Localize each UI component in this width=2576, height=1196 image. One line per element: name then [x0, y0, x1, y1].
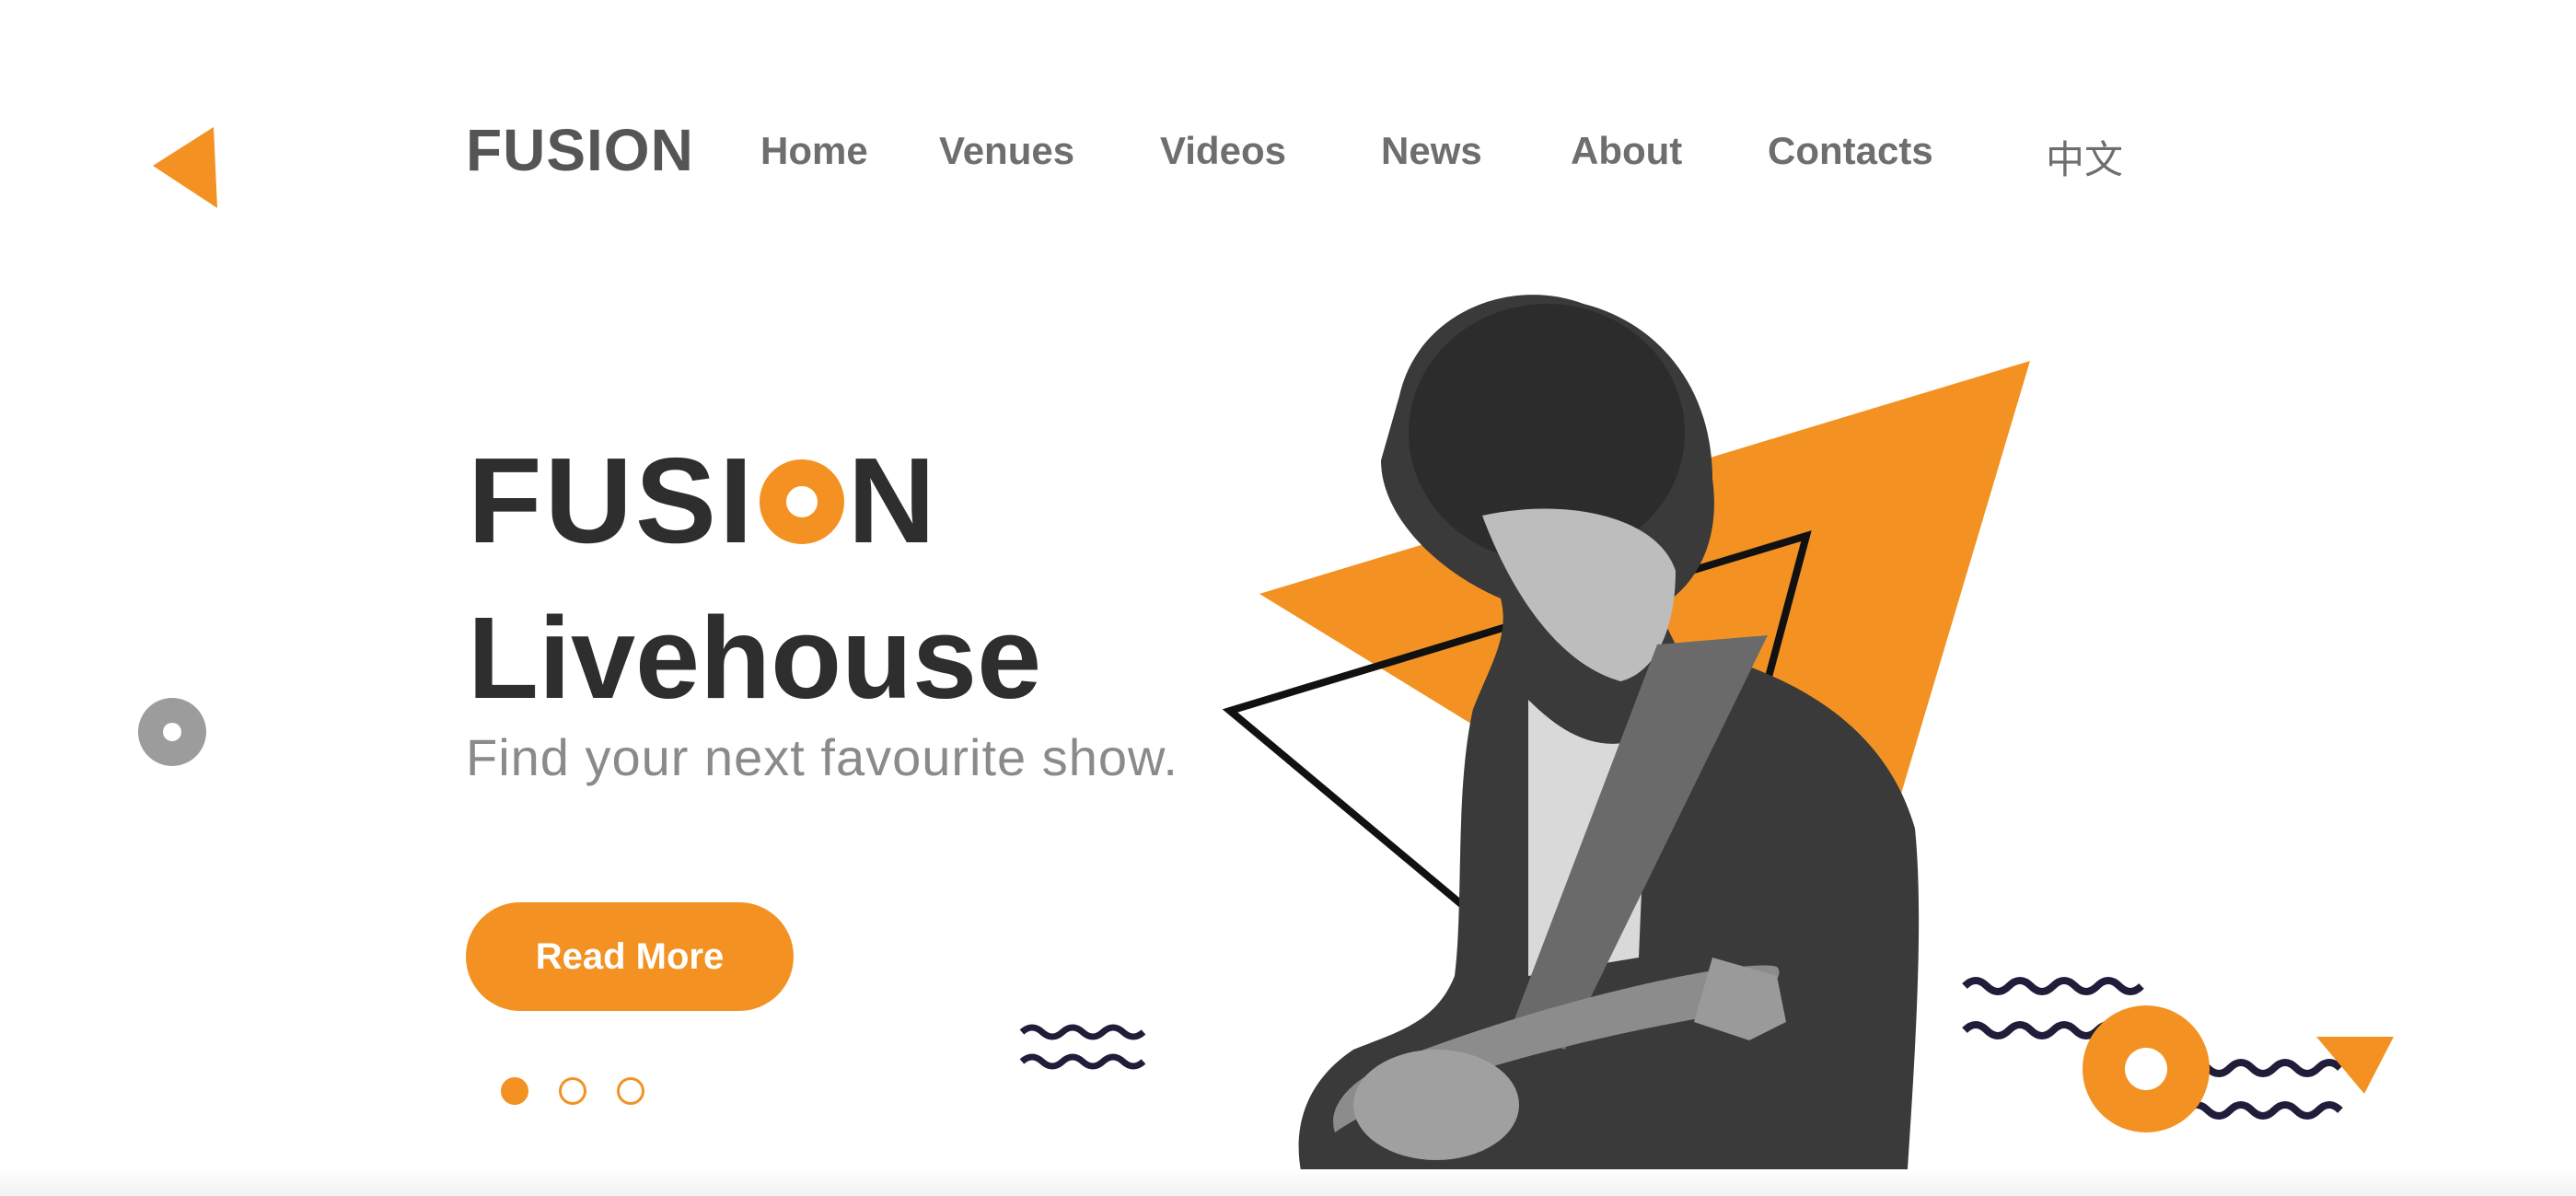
hero-title-suffix: N	[847, 433, 939, 568]
slide-dot-2[interactable]	[559, 1077, 586, 1105]
grey-ring-decoration	[138, 698, 206, 766]
slide-pagination	[501, 1077, 644, 1105]
nav-contacts[interactable]: Contacts	[1768, 129, 1933, 173]
o-ring-icon	[759, 459, 844, 544]
hero-title-prefix: FUSI	[468, 433, 756, 568]
slide-dot-3[interactable]	[617, 1077, 644, 1105]
nav-home[interactable]: Home	[760, 129, 868, 173]
hero-tagline: Find your next favourite show.	[466, 728, 1178, 786]
orange-triangle-decoration	[2316, 1037, 2394, 1094]
wave-decoration-left	[1019, 1024, 1146, 1070]
orange-ring-decoration	[2083, 1005, 2210, 1132]
slide-dot-1[interactable]	[501, 1077, 528, 1105]
read-more-button[interactable]: Read More	[466, 902, 794, 1011]
nav-logo[interactable]: FUSION	[466, 116, 694, 184]
nav-language-toggle[interactable]: 中文	[2046, 129, 2123, 185]
bottom-shade	[0, 1169, 2576, 1196]
back-triangle-icon[interactable]	[149, 127, 223, 210]
hero-subtitle: Livehouse	[468, 593, 1042, 723]
hero-title: FUSI N	[468, 440, 938, 562]
nav-venues[interactable]: Venues	[939, 129, 1074, 173]
nav-news[interactable]: News	[1381, 129, 1482, 173]
nav-videos[interactable]: Videos	[1160, 129, 1286, 173]
hero-artwork	[1222, 295, 2030, 1196]
nav-about[interactable]: About	[1571, 129, 1682, 173]
